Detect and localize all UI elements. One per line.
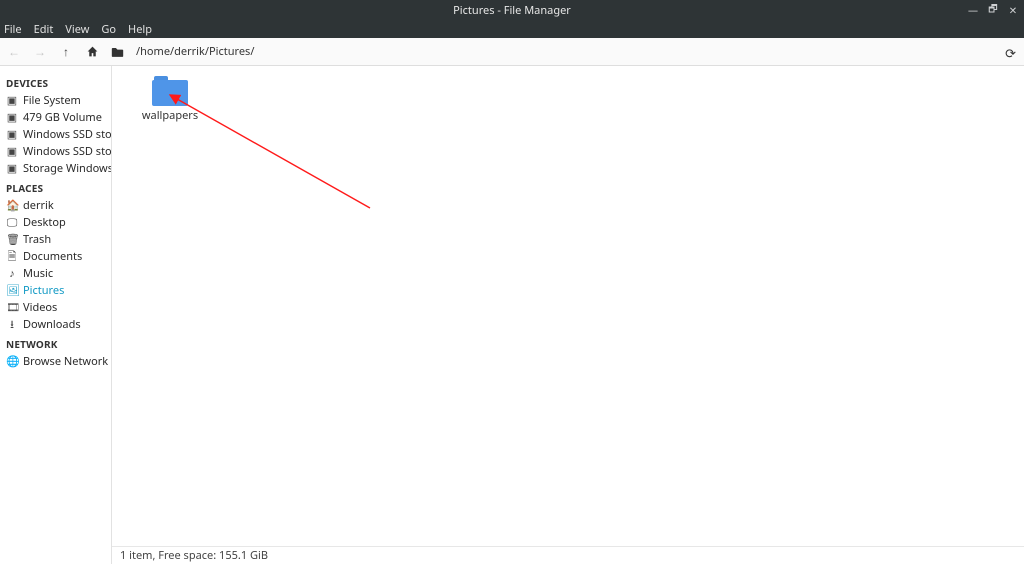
folder-label: wallpapers xyxy=(142,108,198,123)
sidebar-item-volume[interactable]: ▣ 479 GB Volume xyxy=(4,109,107,126)
desktop-icon: 🖵 xyxy=(6,215,18,230)
sidebar-item-ssd2[interactable]: ▣ Windows SSD storage 2 xyxy=(4,126,107,143)
sidebar-header-network: NETWORK xyxy=(6,337,107,351)
nav-home-button[interactable] xyxy=(84,44,100,60)
titlebar: Pictures - File Manager — 🗗 ✕ xyxy=(0,0,1024,20)
toolbar: ← → ↑ /home/derrik/Pictures/ ⟳ xyxy=(0,38,1024,66)
statusbar: 1 item, Free space: 155.1 GiB xyxy=(112,546,1024,564)
sidebar-header-places: PLACES xyxy=(6,181,107,195)
sidebar-item-browse-network[interactable]: 🌐 Browse Network xyxy=(4,353,107,370)
documents-icon: 🗎 xyxy=(6,249,18,264)
sidebar-header-devices: DEVICES xyxy=(6,76,107,90)
sidebar-item-documents[interactable]: 🗎 Documents xyxy=(4,248,107,265)
sidebar-item-home[interactable]: 🏠 derrik xyxy=(4,197,107,214)
main-area: DEVICES ▣ File System ▣ 479 GB Volume ▣ … xyxy=(0,66,1024,564)
content-pane: wallpapers 1 item, Free space: 155.1 GiB xyxy=(112,66,1024,564)
menu-go[interactable]: Go xyxy=(101,22,116,37)
sidebar-item-desktop[interactable]: 🖵 Desktop xyxy=(4,214,107,231)
window-title: Pictures - File Manager xyxy=(0,3,1024,18)
sidebar-item-label: Windows SSD storage 2 xyxy=(23,127,112,142)
sidebar-item-label: Pictures xyxy=(23,283,64,298)
drive-icon: ▣ xyxy=(6,127,18,142)
icon-grid[interactable]: wallpapers xyxy=(112,66,1024,546)
drive-icon: ▣ xyxy=(6,93,18,108)
music-icon: ♪ xyxy=(6,266,18,281)
folder-icon xyxy=(152,76,188,106)
nav-back-button[interactable]: ← xyxy=(6,44,22,60)
sidebar-item-pictures[interactable]: 🖼 Pictures xyxy=(4,282,107,299)
maximize-icon[interactable]: 🗗 xyxy=(986,1,1000,19)
sidebar-item-trash[interactable]: 🗑 Trash xyxy=(4,231,107,248)
sidebar-item-label: Music xyxy=(23,266,53,281)
home-icon: 🏠 xyxy=(6,198,18,213)
window-controls: — 🗗 ✕ xyxy=(966,0,1020,20)
sidebar-item-label: Browse Network xyxy=(23,354,108,369)
sidebar: DEVICES ▣ File System ▣ 479 GB Volume ▣ … xyxy=(0,66,112,564)
sidebar-item-storage-windows[interactable]: ▣ Storage Windows xyxy=(4,160,107,177)
status-text: 1 item, Free space: 155.1 GiB xyxy=(120,548,268,563)
menu-help[interactable]: Help xyxy=(128,22,152,37)
sidebar-item-label: Windows SSD storage xyxy=(23,144,112,159)
sidebar-item-ssd[interactable]: ▣ Windows SSD storage xyxy=(4,143,107,160)
path-folder-icon xyxy=(110,45,124,59)
minimize-icon[interactable]: — xyxy=(966,3,980,17)
downloads-icon: ⭳ xyxy=(6,317,18,332)
pictures-icon: 🖼 xyxy=(6,283,18,298)
sidebar-item-downloads[interactable]: ⭳ Downloads xyxy=(4,316,107,333)
sidebar-item-label: Documents xyxy=(23,249,82,264)
trash-icon: 🗑 xyxy=(6,232,18,247)
menubar: File Edit View Go Help xyxy=(0,20,1024,38)
close-icon[interactable]: ✕ xyxy=(1006,3,1020,17)
drive-icon: ▣ xyxy=(6,110,18,125)
sidebar-item-label: derrik xyxy=(23,198,54,213)
path-field[interactable]: /home/derrik/Pictures/ xyxy=(136,44,254,59)
drive-icon: ▣ xyxy=(6,161,18,176)
drive-icon: ▣ xyxy=(6,144,18,159)
nav-up-button[interactable]: ↑ xyxy=(58,44,74,60)
folder-item-wallpapers[interactable]: wallpapers xyxy=(130,76,210,123)
refresh-button[interactable]: ⟳ xyxy=(1005,44,1016,62)
sidebar-item-music[interactable]: ♪ Music xyxy=(4,265,107,282)
menu-view[interactable]: View xyxy=(65,22,89,37)
sidebar-item-label: File System xyxy=(23,93,81,108)
nav-forward-button[interactable]: → xyxy=(32,44,48,60)
sidebar-item-label: Desktop xyxy=(23,215,66,230)
sidebar-item-videos[interactable]: 🎞 Videos xyxy=(4,299,107,316)
sidebar-item-label: Videos xyxy=(23,300,57,315)
sidebar-item-file-system[interactable]: ▣ File System xyxy=(4,92,107,109)
videos-icon: 🎞 xyxy=(6,300,18,315)
sidebar-item-label: Trash xyxy=(23,232,51,247)
menu-edit[interactable]: Edit xyxy=(34,22,54,37)
network-icon: 🌐 xyxy=(6,354,18,369)
menu-file[interactable]: File xyxy=(4,22,22,37)
sidebar-item-label: 479 GB Volume xyxy=(23,110,102,125)
home-icon xyxy=(86,45,99,58)
sidebar-item-label: Storage Windows xyxy=(23,161,112,176)
sidebar-item-label: Downloads xyxy=(23,317,81,332)
